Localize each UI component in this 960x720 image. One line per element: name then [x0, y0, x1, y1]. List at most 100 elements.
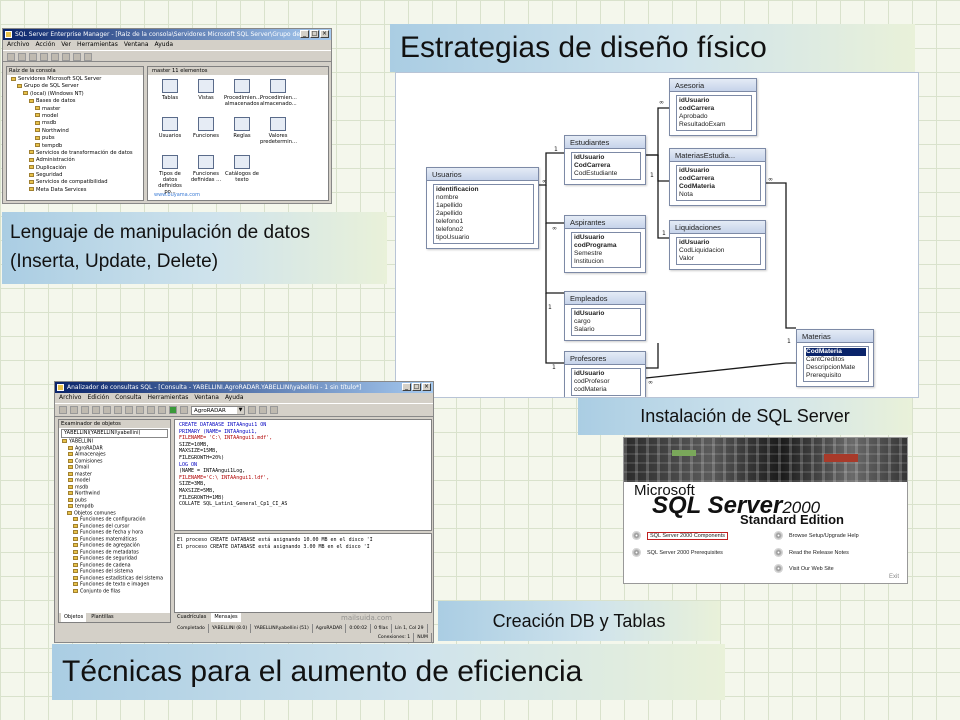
splash-option-website[interactable]: Visit Our Web Site [774, 564, 834, 573]
caption-tecnicas: Técnicas para el aumento de eficiencia [52, 644, 725, 700]
splash-exit[interactable]: Exit [889, 574, 899, 580]
close-button[interactable]: × [320, 30, 329, 38]
console-tree-item[interactable]: Duplicación [7, 165, 143, 172]
console-tree-item[interactable]: tempdb [7, 143, 143, 150]
menu-ventana[interactable]: Ventana [124, 40, 149, 50]
object-icon-tile[interactable]: Catálogos de texto [224, 155, 260, 183]
entity-table-materiasestudia[interactable]: MateriasEstudia... idUsuario codCarrera Cod… [669, 148, 766, 206]
entity-table-profesores[interactable]: Profesores idUsuario codProfesor codMateria [564, 351, 646, 397]
object-browser-server[interactable]: YABELLINI(YABELLINI\yabellini) [61, 429, 168, 438]
object-icon-tile[interactable]: Reglas [224, 117, 260, 139]
forward-button[interactable] [18, 53, 26, 61]
undo-button[interactable] [136, 406, 144, 414]
object-browser-label: Comisiones [75, 459, 103, 464]
console-tree-item[interactable]: Bases de datos [7, 98, 143, 105]
minimize-button[interactable]: _ [300, 30, 309, 38]
minimize-button[interactable]: _ [402, 383, 411, 391]
console-tree-item[interactable]: pubs [7, 135, 143, 142]
object-browser-label: Funciones de configuración [80, 517, 146, 523]
splash-option-help[interactable]: Browse Setup/Upgrade Help [774, 531, 859, 540]
console-tree-item[interactable]: master [7, 106, 143, 113]
object-icon-tile[interactable]: Procedimien... almacenados [224, 79, 261, 107]
new-button[interactable] [73, 53, 81, 61]
object-icon-tile[interactable]: Usuarios [152, 117, 188, 139]
execute-button[interactable] [169, 406, 177, 414]
open-button[interactable] [70, 406, 78, 414]
object-icon-tile[interactable]: Funciones definidas ... [188, 155, 224, 183]
console-tree-item[interactable]: Servicios de transformación de datos [7, 150, 143, 157]
entity-field: CodCarrera [574, 162, 611, 169]
console-tree-item[interactable]: Servicios de compatibilidad [7, 179, 143, 186]
object-browser-item[interactable]: Conjunto de filas [59, 588, 170, 596]
console-tree-item[interactable]: Seguridad [7, 172, 143, 179]
splash-option-components[interactable]: SQL Server 2000 Components [632, 531, 729, 540]
menu-edicion[interactable]: Edición [87, 393, 109, 403]
entity-table-estudiantes[interactable]: Estudiantes IdUsuario CodCarrera CodEstudia… [564, 135, 646, 185]
query-editor[interactable]: CREATE DATABASE INTAAngui1 ON PRIMARY (NA… [174, 419, 432, 531]
object-icon-tile[interactable]: Procedimien... almacenado... [260, 79, 297, 107]
tab-plantillas[interactable]: Plantillas [88, 613, 116, 622]
folder-icon [73, 523, 78, 528]
copy-button[interactable] [103, 406, 111, 414]
results-mode-button[interactable] [147, 406, 155, 414]
menu-archivo[interactable]: Archivo [59, 393, 81, 403]
console-tree-item[interactable]: Servidores Microsoft SQL Server [7, 76, 143, 83]
properties-button[interactable] [40, 53, 48, 61]
object-icon-tile[interactable]: Vistas [188, 79, 224, 101]
entity-table-usuarios[interactable]: Usuarios identificacion nombre 1apellido 2ap… [426, 167, 539, 249]
entity-table-materias[interactable]: Materias CodMateria CantCreditos Descripcio… [796, 329, 874, 387]
maximize-button[interactable]: □ [412, 383, 421, 391]
maximize-button[interactable]: □ [310, 30, 319, 38]
menu-ver[interactable]: Ver [61, 40, 71, 50]
database-select[interactable]: AgroRADAR ▼ [191, 406, 245, 415]
tab-cuadriculas[interactable]: Cuadrículas [174, 613, 209, 622]
save-button[interactable] [81, 406, 89, 414]
menu-ayuda[interactable]: Ayuda [155, 40, 174, 50]
up-button[interactable] [29, 53, 37, 61]
run-button[interactable] [84, 53, 92, 61]
find-button[interactable] [125, 406, 133, 414]
tab-objetos[interactable]: Objetos [61, 613, 87, 622]
console-tree-item[interactable]: msdb [7, 120, 143, 127]
menu-herramientas[interactable]: Herramientas [77, 40, 118, 50]
object-search-button[interactable] [270, 406, 278, 414]
status-rows: 0 filas [371, 624, 392, 633]
object-icon-tile[interactable]: Valores predetermin... [260, 117, 297, 145]
paste-button[interactable] [114, 406, 122, 414]
menu-ayuda[interactable]: Ayuda [225, 393, 244, 403]
console-tree-item[interactable]: (local) (Windows NT) [7, 91, 143, 98]
cut-button[interactable] [92, 406, 100, 414]
entity-fields: identificacion nombre 1apellido 2apellido te… [433, 184, 534, 244]
tab-mensajes[interactable]: Mensajes [211, 613, 241, 622]
entity-table-empleados[interactable]: Empleados IdUsuario cargo Salario [564, 291, 646, 341]
console-tree-item[interactable]: Northwind [7, 128, 143, 135]
close-button[interactable]: × [422, 383, 431, 391]
menu-ventana[interactable]: Ventana [194, 393, 219, 403]
status-num: NUM [414, 633, 432, 642]
estimated-plan-button[interactable] [248, 406, 256, 414]
refresh-button[interactable] [51, 53, 59, 61]
back-button[interactable] [7, 53, 15, 61]
object-icon-tile[interactable]: Tablas [152, 79, 188, 101]
menu-herramientas[interactable]: Herramientas [147, 393, 188, 403]
console-tree-item[interactable]: Meta Data Services [7, 187, 143, 194]
entity-table-liquidaciones[interactable]: Liquidaciones idUsuario CodLiquidacion Valo… [669, 220, 766, 270]
check-syntax-button[interactable] [158, 406, 166, 414]
object-icon-tile[interactable]: Tipos de datos definidos po... [152, 155, 188, 195]
entity-table-aspirantes[interactable]: Aspirantes idUsuario codPrograma Semestre In… [564, 215, 646, 273]
console-tree-item[interactable]: Administración [7, 157, 143, 164]
console-tree-item[interactable]: model [7, 113, 143, 120]
console-tree-item[interactable]: Grupo de SQL Server [7, 83, 143, 90]
stop-button[interactable] [180, 406, 188, 414]
menu-consulta[interactable]: Consulta [115, 393, 141, 403]
object-browser-button[interactable] [259, 406, 267, 414]
splash-option-prerequisites[interactable]: SQL Server 2000 Prerequisites [632, 548, 723, 557]
new-query-button[interactable] [59, 406, 67, 414]
console-tree-label: model [42, 112, 59, 119]
entity-table-asesoria[interactable]: Asesoria idUsuario codCarrera Aprobado Resul… [669, 78, 757, 136]
splash-option-release-notes[interactable]: Read the Release Notes [774, 548, 849, 557]
export-button[interactable] [62, 53, 70, 61]
object-icon-tile[interactable]: Funciones [188, 117, 224, 139]
menu-archivo[interactable]: Archivo [7, 40, 29, 50]
menu-accion[interactable]: Acción [35, 40, 55, 50]
